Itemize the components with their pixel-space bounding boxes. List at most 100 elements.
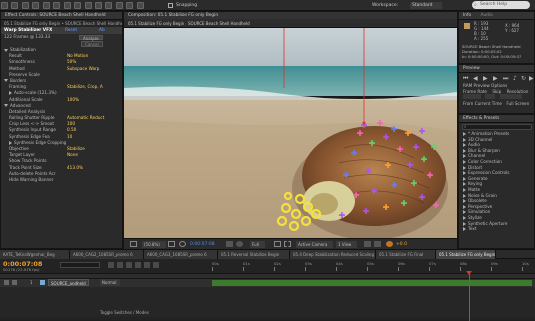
roto-brush-tool-icon[interactable] xyxy=(126,2,134,9)
hand-tool-icon[interactable] xyxy=(11,2,19,9)
disclosure-closed-icon[interactable] xyxy=(463,210,466,215)
motion-blur-icon[interactable] xyxy=(144,262,150,268)
search-help-input[interactable]: Search Help xyxy=(472,1,530,9)
from-current-time-checkbox[interactable]: From Current Time xyxy=(463,101,502,106)
tab-audio[interactable]: Audio xyxy=(481,13,493,18)
layer-row[interactable]: 1 SOURCE_andheld Normal xyxy=(0,279,535,287)
playhead-handle-icon[interactable] xyxy=(466,271,472,275)
effects-search-input[interactable] xyxy=(462,124,532,130)
timeline-comp-tab[interactable]: 05.1 Stabilize FG Final xyxy=(376,250,436,259)
effect-property-row[interactable]: Hide Warning Banner xyxy=(1,177,122,183)
cancel-button[interactable]: Cancel xyxy=(81,41,103,47)
comp-mini-flowchart-icon[interactable] xyxy=(108,262,114,268)
layer-duration-bar[interactable] xyxy=(212,280,532,286)
puppet-tool-icon[interactable] xyxy=(136,2,144,9)
first-frame-icon[interactable]: ⏮ xyxy=(463,75,468,83)
audio-toggle-icon[interactable] xyxy=(12,280,17,285)
disclosure-closed-icon[interactable] xyxy=(463,193,466,198)
exposure-value[interactable]: +0.0 xyxy=(396,241,407,248)
disclosure-closed-icon[interactable] xyxy=(463,137,466,142)
camera-tool-icon[interactable] xyxy=(42,2,50,9)
disclosure-closed-icon[interactable] xyxy=(463,148,466,153)
disclosure-closed-icon[interactable] xyxy=(463,165,466,170)
selection-tool-icon[interactable] xyxy=(1,2,8,9)
exposure-icon[interactable] xyxy=(386,241,393,247)
zoom-tool-icon[interactable] xyxy=(21,2,29,9)
subtab-comp[interactable]: 05.1 Stabilize FG only Begin xyxy=(128,21,184,26)
brush-tool-icon[interactable] xyxy=(94,2,102,9)
draft-3d-icon[interactable] xyxy=(117,262,123,268)
timeline-comp-tab[interactable]: A600_CAG2_1085SR_promo 6 xyxy=(70,250,144,259)
view-layout-select[interactable]: 1 View xyxy=(336,241,358,248)
grid-icon[interactable] xyxy=(168,241,175,247)
snapping-checkbox[interactable] xyxy=(168,3,173,8)
mask-visibility-icon[interactable] xyxy=(179,241,186,247)
magnification-select[interactable]: (50.8%) xyxy=(142,241,166,248)
disclosure-closed-icon[interactable] xyxy=(9,140,12,145)
next-frame-icon[interactable]: ▶ xyxy=(493,75,498,82)
transparency-grid-icon[interactable] xyxy=(284,241,291,247)
toggle-pixel-aspect-icon[interactable] xyxy=(364,241,371,247)
workspace-select[interactable]: Standard xyxy=(410,2,443,9)
time-ruler[interactable]: 00s 01s 02s 03s 04s 05s 06s 07s 08s 09s 10s xyxy=(212,261,532,271)
disclosure-closed-icon[interactable] xyxy=(463,221,466,226)
disclosure-closed-icon[interactable] xyxy=(463,176,466,181)
disclosure-closed-icon[interactable] xyxy=(463,227,466,232)
timeline-comp-tab[interactable]: 05.1 Reversal Stabilize Begin xyxy=(218,250,290,259)
disclosure-closed-icon[interactable] xyxy=(9,91,12,96)
eraser-tool-icon[interactable] xyxy=(115,2,123,9)
pen-tool-icon[interactable] xyxy=(74,2,82,9)
effect-header-row[interactable]: Warp Stabilizer VFX Reset Ab xyxy=(1,27,122,34)
timeline-comp-tab[interactable]: KATE_TeKnoWgenhar_Beg xyxy=(0,250,70,259)
tab-preview[interactable]: Preview xyxy=(459,65,534,73)
disclosure-closed-icon[interactable] xyxy=(463,187,466,192)
analyze-button[interactable]: Analyze xyxy=(79,34,103,41)
loop-icon[interactable]: ↻ xyxy=(521,75,526,82)
timeline-playhead[interactable] xyxy=(469,273,470,321)
resolution-select-preview[interactable] xyxy=(499,94,522,100)
last-frame-icon[interactable]: ⏭ xyxy=(503,75,508,83)
region-of-interest-icon[interactable] xyxy=(274,241,281,247)
layer-name[interactable]: SOURCE_andheld xyxy=(48,279,89,286)
camera-select[interactable]: Active Camera xyxy=(296,241,334,248)
resolution-select[interactable]: Full xyxy=(250,241,265,248)
prev-frame-icon[interactable]: ◀ xyxy=(473,75,478,82)
disclosure-closed-icon[interactable] xyxy=(463,143,466,148)
disclosure-closed-icon[interactable] xyxy=(463,159,466,164)
fast-previews-icon[interactable] xyxy=(374,241,381,247)
current-time-display[interactable]: 0:00:07:08 xyxy=(190,241,215,248)
disclosure-open-icon[interactable] xyxy=(4,48,8,52)
always-preview-icon[interactable] xyxy=(130,241,137,247)
timeline-search-input[interactable] xyxy=(60,262,100,268)
visibility-eye-icon[interactable] xyxy=(4,280,9,285)
disclosure-closed-icon[interactable] xyxy=(463,171,466,176)
graph-editor-icon[interactable] xyxy=(153,262,159,268)
clone-stamp-tool-icon[interactable] xyxy=(105,2,113,9)
show-channel-icon[interactable] xyxy=(236,241,243,247)
timeline-comp-tab[interactable]: A600_CAG3_1085SR_promo 6 xyxy=(144,250,218,259)
disclosure-closed-icon[interactable] xyxy=(463,132,466,136)
frame-blending-icon[interactable] xyxy=(135,262,141,268)
disclosure-closed-icon[interactable] xyxy=(463,182,466,187)
reset-link[interactable]: Reset xyxy=(65,27,77,34)
mute-audio-icon[interactable]: ♪ xyxy=(513,75,517,82)
snapshot-icon[interactable] xyxy=(226,241,233,247)
tab-effects-presets[interactable]: Effects & Presets xyxy=(459,115,534,123)
play-icon[interactable]: ▶ xyxy=(483,75,488,82)
subtab-source[interactable]: SOURCE Beach Shell Handheld xyxy=(188,21,250,26)
disclosure-open-icon[interactable] xyxy=(4,104,8,108)
disclosure-closed-icon[interactable] xyxy=(463,215,466,220)
effect-controls-tab[interactable]: Effect Controls: SOURCE Beach Shell Hand… xyxy=(1,12,122,20)
hide-shy-icon[interactable] xyxy=(126,262,132,268)
timeline-comp-tab[interactable]: 05.1 Stabilize FG only Begin xyxy=(436,250,496,259)
disclosure-open-icon[interactable] xyxy=(4,79,8,83)
disclosure-closed-icon[interactable] xyxy=(463,199,466,204)
about-link[interactable]: Ab xyxy=(99,27,105,34)
pan-behind-tool-icon[interactable] xyxy=(53,2,61,9)
effects-category-item[interactable]: Text xyxy=(459,226,534,232)
blend-mode-select[interactable]: Normal xyxy=(100,279,121,286)
toggle-switches-modes[interactable]: Toggle Switches / Modes xyxy=(100,310,149,315)
disclosure-closed-icon[interactable] xyxy=(463,154,466,159)
mask-tool-icon[interactable] xyxy=(63,2,71,9)
full-screen-checkbox[interactable]: Full Screen xyxy=(506,101,529,106)
